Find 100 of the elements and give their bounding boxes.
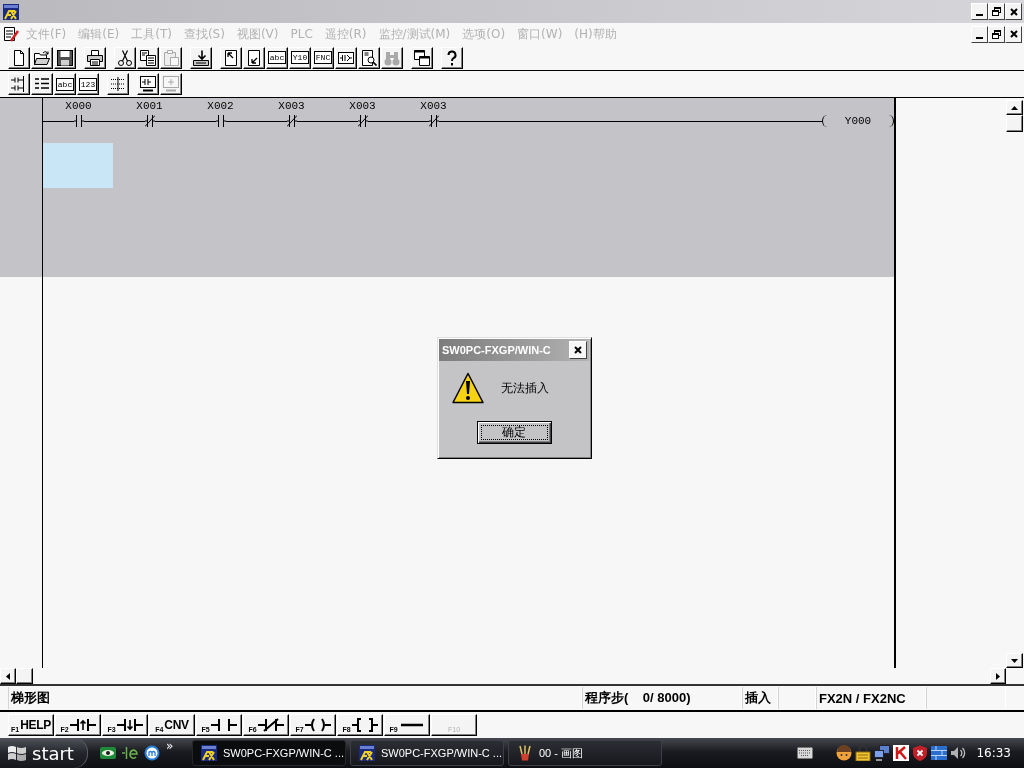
scroll-up-button[interactable]: [1006, 100, 1023, 115]
toolbar-button[interactable]: [243, 46, 265, 69]
document-pencil-icon: [3, 26, 19, 42]
right-arrow-icon: [996, 672, 1000, 680]
slashed-contact-icon: [257, 718, 284, 732]
brush-cup-icon: [517, 745, 533, 761]
printer-icon: [87, 49, 103, 66]
minimize-icon: [976, 36, 983, 39]
coil-icon: [304, 718, 331, 732]
close-icon: [1009, 7, 1018, 16]
close-icon: [574, 346, 582, 354]
taskbar-button[interactable]: SW0PC-FXGP/WIN-C ...: [192, 740, 346, 766]
toolbar-button[interactable]: abc: [54, 73, 76, 95]
quick-launch-more-button[interactable]: »: [166, 739, 174, 753]
scroll-left-button[interactable]: [0, 668, 16, 684]
status-field: 程序步( 0/ 8000): [582, 687, 742, 709]
grid-icon: [110, 76, 126, 92]
clipboard-icon: [163, 49, 179, 66]
toolbar-button[interactable]: [190, 46, 212, 69]
toolbar-button[interactable]: 123: [77, 73, 99, 95]
monitor-icon: [140, 76, 156, 92]
copy-button[interactable]: [137, 46, 159, 69]
taskbar-button[interactable]: 00 - 画图: [508, 740, 662, 766]
toolbar-button[interactable]: Y10: [289, 46, 311, 69]
scroll-thumb[interactable]: [1006, 115, 1023, 132]
scissors-icon: [117, 49, 133, 66]
open-button[interactable]: [31, 46, 53, 69]
shield-icon: [912, 745, 929, 761]
minimize-button[interactable]: [971, 3, 988, 20]
k-logo-icon: [893, 745, 910, 761]
scroll-right-button[interactable]: [990, 668, 1006, 684]
monitor-icon: [163, 76, 179, 92]
scroll-thumb[interactable]: [16, 668, 33, 684]
restore-icon: [992, 29, 1001, 39]
tray-arrow-icon: [193, 49, 209, 66]
minimize-button[interactable]: [971, 25, 988, 43]
pages-icon: [140, 49, 156, 66]
toolbar-button[interactable]: [137, 73, 159, 95]
restore-button[interactable]: [988, 3, 1005, 20]
ladder-icon: [11, 76, 27, 92]
help-button[interactable]: [441, 46, 463, 69]
status-field: FX2N / FX2NC: [816, 687, 926, 709]
contact-symbol-icon: [338, 49, 354, 66]
falling-edge-contact-icon: [116, 718, 143, 732]
clock: 16:33: [976, 746, 1011, 760]
rising-edge-contact-icon: [69, 718, 96, 732]
left-arrow-icon: [6, 672, 10, 680]
close-button[interactable]: [1005, 25, 1022, 43]
brick-wall-icon: [931, 745, 948, 761]
dialog-title: SW0PC-FXGP/WIN-C: [442, 344, 551, 356]
scroll-down-button[interactable]: [1006, 653, 1023, 668]
padlock-icon: [855, 745, 872, 761]
toolbar-button[interactable]: [335, 46, 357, 69]
close-button[interactable]: [1005, 3, 1022, 20]
status-panel: [778, 687, 816, 709]
dialog-message: 无法插入: [501, 381, 549, 395]
toolbar-button[interactable]: [411, 46, 433, 69]
find-button[interactable]: [358, 46, 380, 69]
contact-label: X000: [65, 100, 92, 112]
ok-button[interactable]: 确定: [476, 421, 552, 444]
taskbar-button[interactable]: SW0PC-FXGP/WIN-C ...: [350, 740, 504, 766]
cut-button[interactable]: [114, 46, 136, 69]
windows-logo-icon: [7, 744, 27, 762]
toolbar-button[interactable]: [8, 73, 30, 95]
app-icon: [359, 745, 375, 761]
minimize-icon: [976, 14, 983, 16]
toolbar-button[interactable]: [107, 73, 129, 95]
contact-label: X003: [349, 100, 376, 112]
circle-logo-icon: [144, 745, 160, 761]
status-field: 梯形图: [8, 687, 582, 709]
binoculars-icon: [384, 49, 400, 66]
restore-button[interactable]: [988, 25, 1005, 43]
app-icon: [3, 3, 19, 20]
down-arrow-icon: [1011, 658, 1018, 663]
app-icon: [201, 745, 217, 761]
keyboard-icon: [797, 747, 814, 759]
windows-icon: [414, 49, 430, 66]
print-button[interactable]: [84, 46, 106, 69]
toolbar-button[interactable]: [220, 46, 242, 69]
toolbar-button[interactable]: FNC: [312, 46, 334, 69]
document-icon: [11, 49, 27, 66]
eye-icon: [100, 745, 116, 761]
toolbar-button[interactable]: abc: [266, 46, 288, 69]
computers-icon: [874, 745, 891, 761]
start-button[interactable]: start: [0, 738, 88, 768]
contact-label: X001: [136, 100, 163, 112]
bracket-instruction-icon: [351, 718, 378, 732]
close-icon: [1009, 30, 1018, 38]
warning-icon: [452, 372, 484, 404]
round-face-icon: [836, 745, 853, 761]
contact-label: X003: [278, 100, 305, 112]
cursor-highlight: [43, 143, 113, 188]
e-logo-icon: [122, 745, 138, 761]
save-button[interactable]: [54, 46, 76, 69]
new-button[interactable]: [8, 46, 30, 69]
page-magnifier-icon: [361, 49, 377, 66]
toolbar-button[interactable]: [31, 73, 53, 95]
contact-label: X002: [207, 100, 234, 112]
close-button[interactable]: [569, 341, 587, 359]
up-arrow-icon: [1011, 105, 1018, 110]
